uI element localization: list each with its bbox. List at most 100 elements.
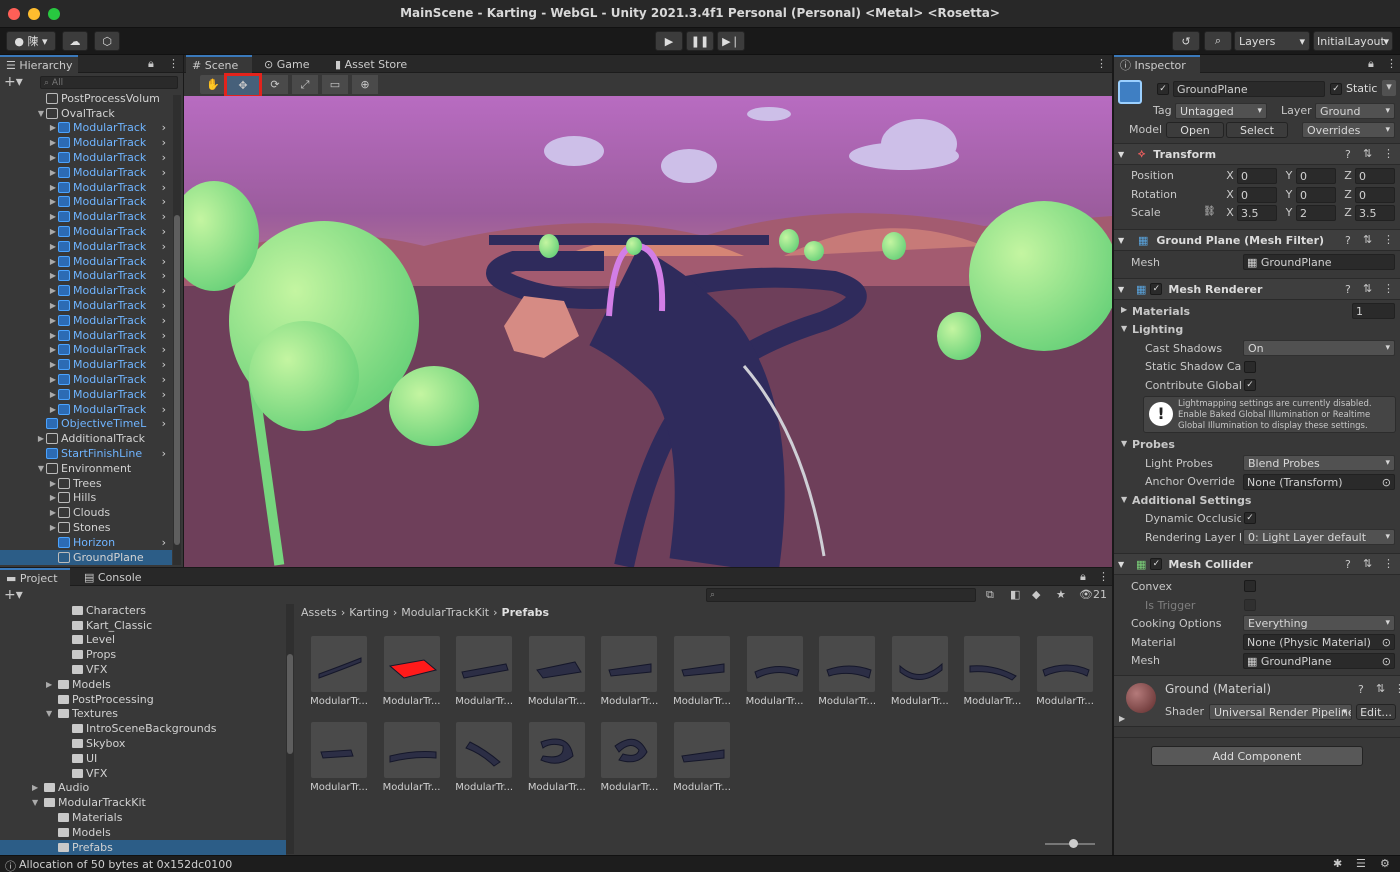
material-foldout-icon[interactable]: ▶ xyxy=(1119,714,1125,723)
foldout-icon[interactable]: ▶ xyxy=(48,271,58,280)
tab-console[interactable]: ▤ Console xyxy=(78,568,148,586)
position-x-field[interactable]: 0 xyxy=(1237,168,1277,184)
hierarchy-item[interactable]: ▶ ModularTrack › xyxy=(0,254,172,269)
foldout-icon[interactable]: ▶ xyxy=(48,316,58,325)
prefab-open-icon[interactable]: › xyxy=(162,343,166,356)
edit-shader-button[interactable]: Edit... xyxy=(1356,704,1396,720)
foldout-icon[interactable]: ▶ xyxy=(48,212,58,221)
overrides-dropdown[interactable]: Overrides xyxy=(1302,122,1395,138)
asset-item[interactable]: ModularTr... xyxy=(310,722,368,793)
position-y-field[interactable]: 0 xyxy=(1296,168,1336,184)
search-by-type-icon[interactable]: ⧉ xyxy=(986,588,994,602)
scale-y-label[interactable]: Y xyxy=(1283,206,1295,219)
asset-item[interactable]: ModularTr... xyxy=(891,636,949,707)
constrain-proportions-icon[interactable]: ⛓ xyxy=(1203,206,1216,217)
play-button[interactable]: ▶ xyxy=(655,31,683,51)
project-folder-item[interactable]: Kart_Classic xyxy=(0,618,286,633)
collider-material-field[interactable]: None (Physic Material) ⊙ xyxy=(1243,634,1395,650)
foldout-icon[interactable]: ▶ xyxy=(48,123,58,132)
foldout-icon[interactable]: ▶ xyxy=(48,242,58,251)
hierarchy-item[interactable]: ▶ ModularTrack › xyxy=(0,121,172,136)
project-folder-item[interactable]: UI xyxy=(0,751,286,766)
asset-item[interactable]: ModularTr... xyxy=(455,722,513,793)
mesh-filter-help-icon[interactable]: ? xyxy=(1345,234,1351,247)
mesh-collider-help-icon[interactable]: ? xyxy=(1345,558,1351,571)
project-folder-item[interactable]: Level xyxy=(0,633,286,648)
prefab-open-icon[interactable]: › xyxy=(162,195,166,208)
hierarchy-item[interactable]: Horizon › xyxy=(0,535,172,550)
hierarchy-item[interactable]: ▶ ModularTrack › xyxy=(0,357,172,372)
asset-item[interactable]: ModularTr... xyxy=(600,636,658,707)
hierarchy-item[interactable]: ▶ AdditionalTrack xyxy=(0,431,172,446)
lighting-foldout-icon[interactable]: ▼ xyxy=(1121,324,1127,333)
scale-z-label[interactable]: Z xyxy=(1342,206,1354,219)
folder-foldout-icon[interactable]: ▶ xyxy=(46,680,58,689)
hierarchy-item[interactable]: ▶ ModularTrack › xyxy=(0,313,172,328)
zoom-slider-thumb[interactable] xyxy=(1069,839,1078,848)
layers-dropdown[interactable]: Layers ▾ xyxy=(1234,31,1310,51)
foldout-icon[interactable]: ▶ xyxy=(48,405,58,414)
project-folder-item[interactable]: Models xyxy=(0,825,286,840)
label-icon[interactable]: ◆ xyxy=(1032,588,1040,601)
step-button[interactable]: ▶❘ xyxy=(717,31,745,51)
inspector-more-icon[interactable]: ⋮ xyxy=(1386,57,1397,70)
prefab-open-icon[interactable]: › xyxy=(162,255,166,268)
collider-mesh-field[interactable]: ▦ GroundPlane ⊙ xyxy=(1243,653,1395,669)
foldout-icon[interactable]: ▶ xyxy=(48,286,58,295)
tab-asset-store[interactable]: ▮ Asset Store xyxy=(329,55,419,73)
preset-icon[interactable]: ⇅ xyxy=(1363,147,1372,160)
mesh-renderer-enabled-checkbox[interactable]: ✓ xyxy=(1150,283,1163,295)
hierarchy-search-input[interactable]: ⌕ All xyxy=(40,76,178,89)
foldout-icon[interactable]: ▶ xyxy=(48,183,58,192)
transform-tool-icon[interactable]: ⊕ xyxy=(352,75,378,94)
hierarchy-item[interactable]: ▶ ModularTrack › xyxy=(0,298,172,313)
foldout-icon[interactable]: ▶ xyxy=(48,153,58,162)
project-tree-scroll-thumb[interactable] xyxy=(287,654,293,754)
hand-tool-icon[interactable]: ✋ xyxy=(200,75,226,94)
scene-viewport[interactable] xyxy=(184,96,1112,567)
mesh-picker-icon[interactable]: ⊙ xyxy=(1382,655,1391,668)
asset-item[interactable]: ModularTr... xyxy=(963,636,1021,707)
hierarchy-item[interactable]: ▶ Stones xyxy=(0,520,172,535)
tab-game[interactable]: ⊙ Game xyxy=(258,55,320,73)
rotate-tool-icon[interactable]: ⟳ xyxy=(262,75,288,94)
folder-foldout-icon[interactable]: ▼ xyxy=(32,798,44,807)
hierarchy-item[interactable]: StartFinishLine › xyxy=(0,446,172,461)
project-lock-icon[interactable]: 🔒︎ xyxy=(1080,570,1086,584)
asset-item[interactable]: ModularTr... xyxy=(383,636,441,707)
filter-type-icon[interactable]: ◧ xyxy=(1010,588,1020,601)
prefab-open-icon[interactable]: › xyxy=(162,225,166,238)
zoom-slider[interactable] xyxy=(1045,839,1095,848)
hierarchy-item[interactable]: ▶ ModularTrack › xyxy=(0,165,172,180)
breadcrumb-prefabs[interactable]: Prefabs xyxy=(498,606,554,619)
mesh-filter-header[interactable]: ▼ ▦ Ground Plane (Mesh Filter) xyxy=(1114,229,1400,251)
material-preset-icon[interactable]: ⇅ xyxy=(1376,682,1385,695)
project-folder-item[interactable]: Prefabs xyxy=(0,839,286,855)
prefab-open-icon[interactable]: › xyxy=(162,210,166,223)
scale-x-field[interactable]: 3.5 xyxy=(1237,205,1277,221)
tab-scene[interactable]: # Scene xyxy=(186,55,252,73)
prefab-open-icon[interactable]: › xyxy=(162,166,166,179)
project-folder-item[interactable]: Skybox xyxy=(0,736,286,751)
prefab-open-icon[interactable]: › xyxy=(162,403,166,416)
hierarchy-item[interactable]: ▶ ModularTrack › xyxy=(0,195,172,210)
asset-item[interactable]: ModularTr... xyxy=(673,636,731,707)
cloud-icon[interactable]: ☁ xyxy=(62,31,88,51)
hierarchy-item[interactable]: ObjectiveTimeL › xyxy=(0,417,172,432)
hierarchy-item[interactable]: ▶ ModularTrack › xyxy=(0,402,172,417)
scale-x-label[interactable]: X xyxy=(1224,206,1236,219)
prefab-open-icon[interactable]: › xyxy=(162,181,166,194)
mesh-collider-header[interactable]: ▼ ▦ ✓ Mesh Collider xyxy=(1114,553,1400,575)
asset-item[interactable]: ModularTr... xyxy=(455,636,513,707)
rotation-x-field[interactable]: 0 xyxy=(1237,187,1277,203)
mesh-collider-preset-icon[interactable]: ⇅ xyxy=(1363,557,1372,570)
folder-foldout-icon[interactable]: ▼ xyxy=(46,709,58,718)
hierarchy-item[interactable]: ▶ ModularTrack › xyxy=(0,150,172,165)
hierarchy-item[interactable]: ▶ ModularTrack › xyxy=(0,328,172,343)
prefab-open-icon[interactable]: › xyxy=(162,136,166,149)
scale-y-field[interactable]: 2 xyxy=(1296,205,1336,221)
hierarchy-item[interactable]: PostProcessVolum xyxy=(0,91,172,106)
prefab-open-icon[interactable]: › xyxy=(162,314,166,327)
hierarchy-item[interactable]: ▶ ModularTrack › xyxy=(0,283,172,298)
project-search-input[interactable]: ⌕ xyxy=(706,588,976,602)
